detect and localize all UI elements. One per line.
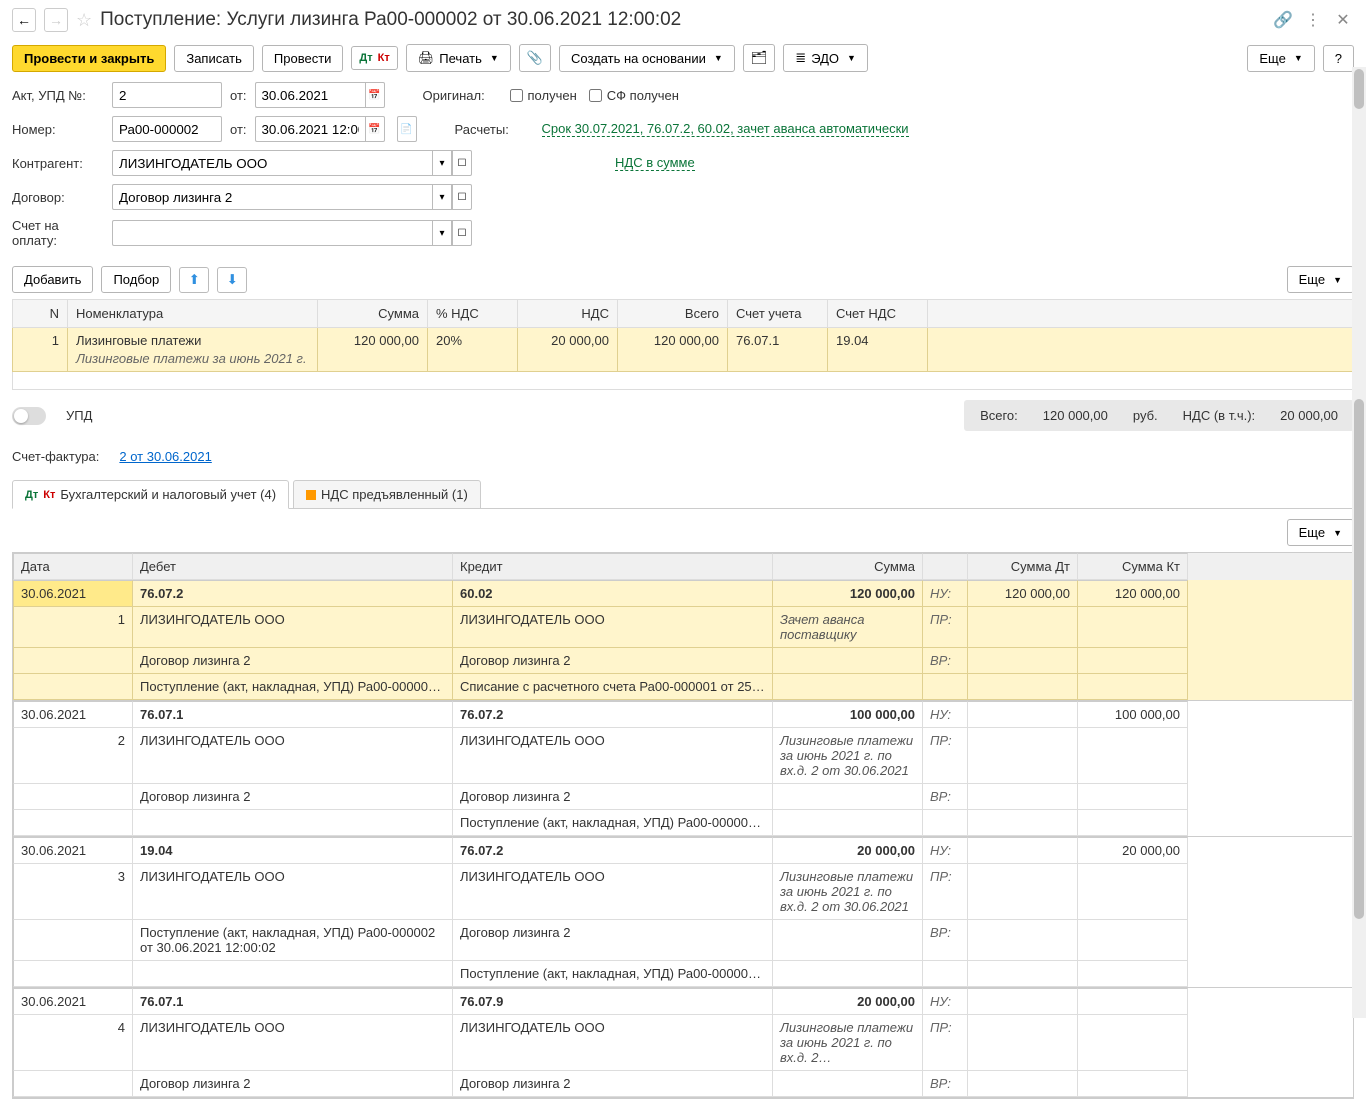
- col-sum-dt: Сумма Дт: [968, 553, 1078, 580]
- nav-forward-button[interactable]: →: [44, 8, 68, 32]
- link-icon[interactable]: 🔗: [1272, 9, 1294, 31]
- number-label: Номер:: [12, 122, 104, 137]
- edo-button[interactable]: ≣ ЭДО▼: [783, 44, 868, 72]
- tab-accounting[interactable]: ДтКт Бухгалтерский и налоговый учет (4): [12, 480, 289, 509]
- col-date: Дата: [13, 553, 133, 580]
- favorite-icon[interactable]: ☆: [76, 10, 92, 31]
- help-button[interactable]: ?: [1323, 45, 1354, 72]
- col-n: N: [13, 300, 68, 328]
- currency: руб.: [1133, 408, 1158, 423]
- col-credit: Кредит: [453, 553, 773, 580]
- save-button[interactable]: Записать: [174, 45, 254, 72]
- structure-button[interactable]: 🗂: [743, 44, 776, 72]
- posting-more-button[interactable]: Еще▼: [1287, 519, 1354, 546]
- contragent-input[interactable]: [112, 150, 432, 176]
- move-down-button[interactable]: ⬇: [217, 267, 247, 293]
- scrollbar[interactable]: [1352, 67, 1366, 1018]
- col-sum: Сумма: [773, 553, 923, 580]
- close-icon[interactable]: ✕: [1332, 9, 1354, 31]
- col-acc: Счет учета: [728, 300, 828, 328]
- col-total: Всего: [618, 300, 728, 328]
- vat-label: НДС (в т.ч.):: [1183, 408, 1256, 423]
- col-vat-acc: Счет НДС: [828, 300, 928, 328]
- dropdown-icon[interactable]: ▾: [432, 184, 452, 210]
- col-sum-kt: Сумма Кт: [1078, 553, 1188, 580]
- col-vat: НДС: [518, 300, 618, 328]
- act-from-label: от:: [230, 88, 247, 103]
- col-nom: Номенклатура: [68, 300, 318, 328]
- post-button[interactable]: Провести: [262, 45, 344, 72]
- calendar-icon[interactable]: 📅: [365, 116, 385, 142]
- select-button[interactable]: Подбор: [101, 266, 171, 293]
- table-row[interactable]: 1 Лизинговые платежиЛизинговые платежи з…: [13, 328, 1354, 372]
- act-no-input[interactable]: [112, 82, 222, 108]
- attach-button[interactable]: 📎: [519, 44, 551, 72]
- total-value: 120 000,00: [1043, 408, 1108, 423]
- items-table[interactable]: N Номенклатура Сумма % НДС НДС Всего Сче…: [12, 299, 1354, 390]
- post-and-close-button[interactable]: Провести и закрыть: [12, 45, 166, 72]
- dt-icon: Дт: [25, 489, 38, 501]
- menu-icon[interactable]: ⋮: [1302, 9, 1324, 31]
- add-button[interactable]: Добавить: [12, 266, 93, 293]
- col-vat-pct: % НДС: [428, 300, 518, 328]
- more-button[interactable]: Еще▼: [1247, 45, 1314, 72]
- kt-icon: Кт: [43, 489, 55, 501]
- form-icon-button[interactable]: 📄: [397, 116, 417, 142]
- col-debit: Дебет: [133, 553, 453, 580]
- contragent-label: Контрагент:: [12, 156, 104, 171]
- act-label: Акт, УПД №:: [12, 88, 104, 103]
- dropdown-icon[interactable]: ▾: [432, 220, 452, 246]
- bill-label: Счет на оплату:: [12, 218, 104, 248]
- calendar-icon[interactable]: 📅: [365, 82, 385, 108]
- upd-toggle[interactable]: [12, 407, 46, 425]
- vat-value: 20 000,00: [1280, 408, 1338, 423]
- num-from-label: от:: [230, 122, 247, 137]
- page-title: Поступление: Услуги лизинга Ра00-000002 …: [100, 9, 1264, 31]
- number-input[interactable]: [112, 116, 222, 142]
- col-sum: Сумма: [318, 300, 428, 328]
- received-checkbox[interactable]: получен: [510, 88, 577, 103]
- contract-label: Договор:: [12, 190, 104, 205]
- doc-icon: [306, 490, 316, 500]
- sf-received-checkbox[interactable]: СФ получен: [589, 88, 679, 103]
- num-date-input[interactable]: [255, 116, 365, 142]
- table-more-button[interactable]: Еще▼: [1287, 266, 1354, 293]
- open-icon[interactable]: ☐: [452, 184, 472, 210]
- vat-link[interactable]: НДС в сумме: [615, 155, 695, 171]
- dt-kt-button[interactable]: ДтКт: [351, 46, 397, 70]
- settle-link[interactable]: Срок 30.07.2021, 76.07.2, 60.02, зачет а…: [542, 121, 909, 137]
- open-icon[interactable]: ☐: [452, 220, 472, 246]
- contract-input[interactable]: [112, 184, 432, 210]
- open-icon[interactable]: ☐: [452, 150, 472, 176]
- print-button[interactable]: 🖨 Печать▼: [406, 44, 511, 72]
- bill-input[interactable]: [112, 220, 432, 246]
- invoice-label: Счет-фактура:: [12, 449, 99, 465]
- dropdown-icon[interactable]: ▾: [432, 150, 452, 176]
- tab-vat[interactable]: НДС предъявленный (1): [293, 480, 481, 509]
- posting-table[interactable]: Дата Дебет Кредит Сумма Сумма Дт Сумма К…: [12, 552, 1354, 1099]
- upd-label: УПД: [66, 408, 92, 423]
- create-based-button[interactable]: Создать на основании▼: [559, 45, 735, 72]
- total-label: Всего:: [980, 408, 1018, 423]
- nav-back-button[interactable]: ←: [12, 8, 36, 32]
- act-date-input[interactable]: [255, 82, 365, 108]
- original-label: Оригинал:: [423, 88, 498, 103]
- settle-label: Расчеты:: [455, 122, 530, 137]
- move-up-button[interactable]: ⬆: [179, 267, 209, 293]
- invoice-link[interactable]: 2 от 30.06.2021: [119, 449, 211, 465]
